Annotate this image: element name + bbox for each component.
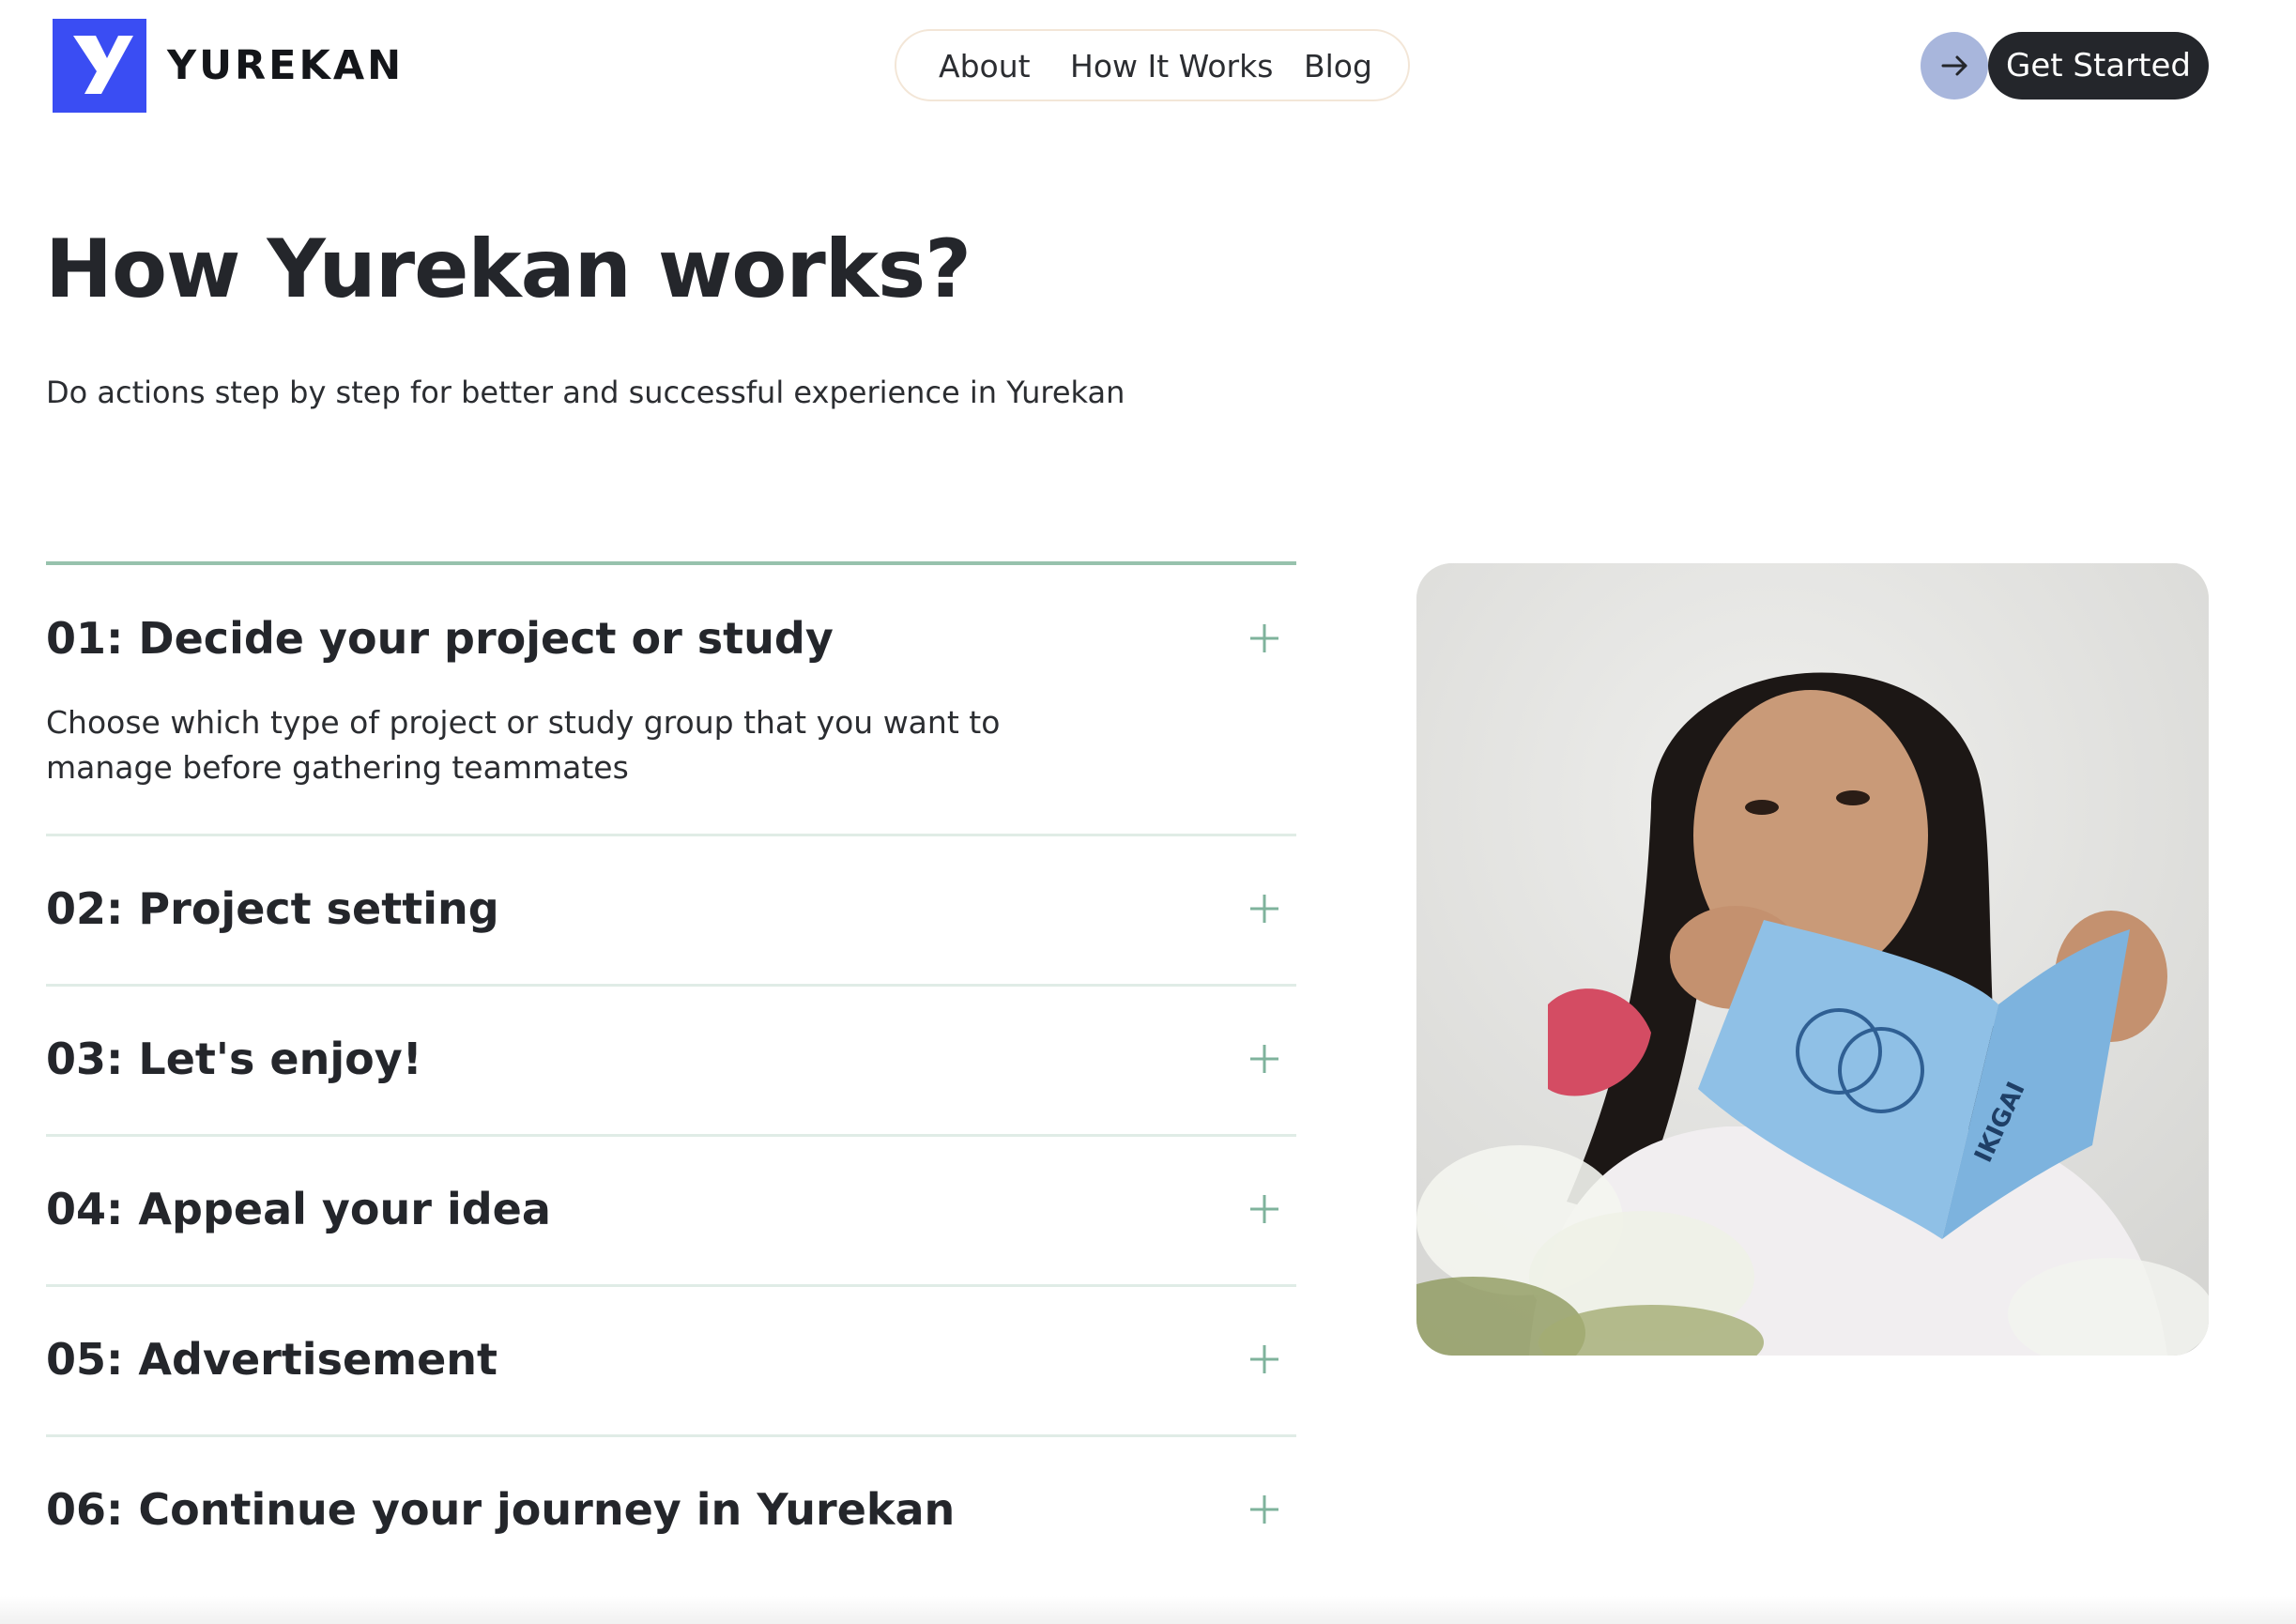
accordion-divider xyxy=(46,1434,1296,1437)
brand-logo-icon[interactable] xyxy=(53,19,146,113)
accordion-divider xyxy=(46,984,1296,987)
plus-icon[interactable] xyxy=(1247,1492,1282,1527)
accordion-divider xyxy=(46,1134,1296,1137)
page-subtitle: Do actions step by step for better and s… xyxy=(46,375,1125,410)
accordion-divider xyxy=(46,1284,1296,1287)
plus-icon[interactable] xyxy=(1247,1191,1282,1227)
accordion-step-1-body: Choose which type of project or study gr… xyxy=(46,704,1001,786)
page-title: How Yurekan works? xyxy=(45,222,972,316)
arrow-right-icon[interactable] xyxy=(1921,32,1988,100)
plus-icon[interactable] xyxy=(1247,1041,1282,1077)
plus-icon[interactable] xyxy=(1247,1341,1282,1377)
accordion-divider xyxy=(46,834,1296,836)
accordion-step-6-title[interactable]: 06: Continue your journey in Yurekan xyxy=(46,1481,955,1538)
accordion-step-3-title[interactable]: 03: Let's enjoy! xyxy=(46,1031,422,1087)
woman-reading-book-photo: IKIGAI xyxy=(1416,563,2209,1356)
accordion-step-4-title[interactable]: 04: Appeal your idea xyxy=(46,1181,551,1237)
nav-link-blog[interactable]: Blog xyxy=(1304,47,1372,86)
nav-link-about[interactable]: About xyxy=(939,47,1031,86)
nav-link-how-it-works[interactable]: How It Works xyxy=(1070,47,1273,86)
brand-name[interactable]: YUREKAN xyxy=(167,39,404,92)
accordion-step-2-title[interactable]: 02: Project setting xyxy=(46,881,499,937)
accordion-active-rule xyxy=(46,561,1296,565)
plus-icon[interactable] xyxy=(1247,620,1282,656)
plus-icon[interactable] xyxy=(1247,891,1282,927)
accordion-step-1-title[interactable]: 01: Decide your project or study xyxy=(46,610,834,666)
get-started-button[interactable]: Get Started xyxy=(1988,32,2209,100)
accordion-step-5-title[interactable]: 05: Advertisement xyxy=(46,1331,497,1387)
page-bottom-edge xyxy=(0,1596,2296,1624)
